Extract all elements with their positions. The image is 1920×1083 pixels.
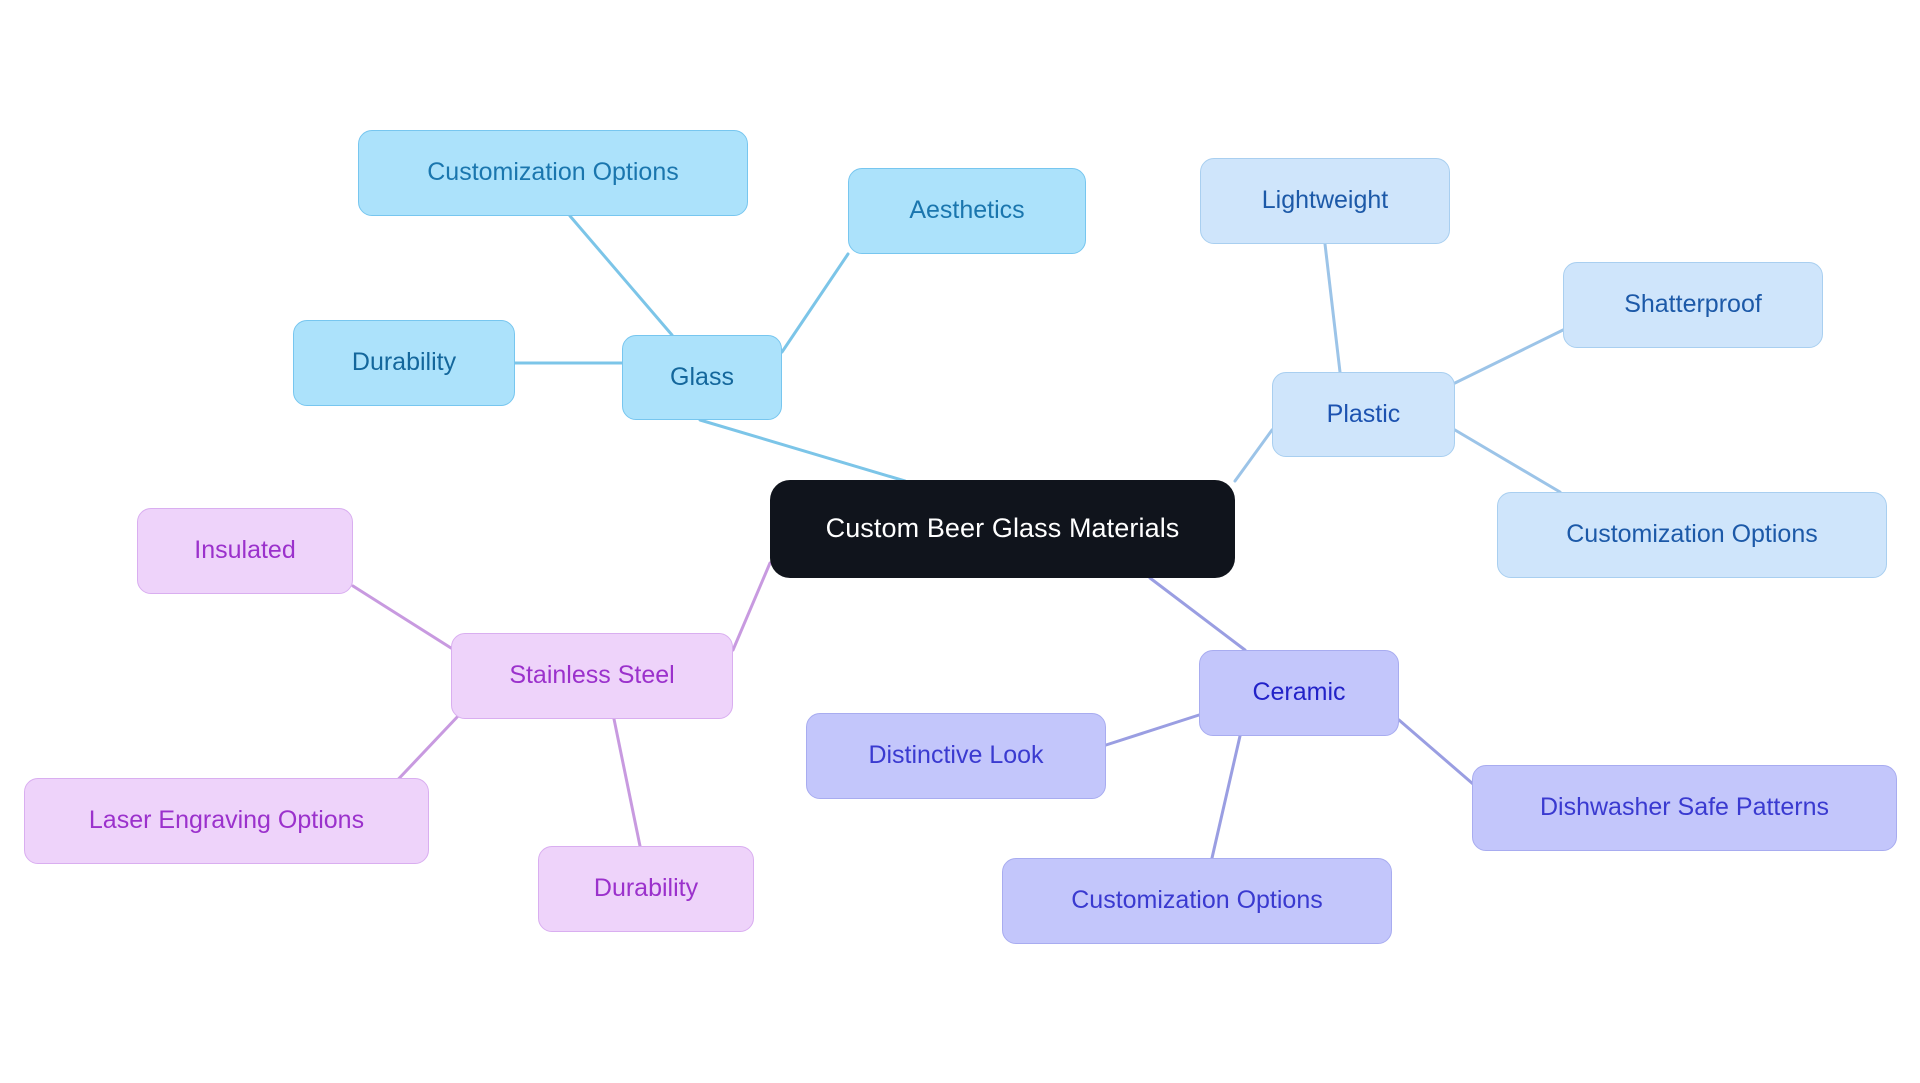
mindmap-leaf-glass-aesthetics-label: Aesthetics [909, 196, 1025, 225]
mindmap-edge-glass-to-glass-aesthetics [780, 252, 850, 354]
mindmap-leaf-stainless-durability-label: Durability [593, 874, 699, 903]
mindmap-branch-stainless[interactable]: Stainless Steel [451, 633, 733, 719]
mindmap-edge-stainless-to-stainless-laser [388, 712, 462, 790]
mindmap-branch-stainless-label: Stainless Steel [509, 661, 675, 690]
mindmap-leaf-stainless-laser-engraving-options-label: Laser Engraving Options [88, 806, 365, 835]
mindmap-leaf-plastic-lightweight[interactable]: Lightweight [1200, 158, 1450, 244]
mindmap-edge-ceramic-to-ceramic-dishwasher [1397, 718, 1482, 792]
mindmap-leaf-glass-aesthetics[interactable]: Aesthetics [848, 168, 1086, 254]
mindmap-leaf-ceramic-customization-options[interactable]: Customization Options [1002, 858, 1392, 944]
mindmap-leaf-stainless-insulated-label: Insulated [194, 536, 296, 565]
mindmap-leaf-plastic-customization-options-label: Customization Options [1566, 520, 1818, 549]
mindmap-leaf-ceramic-distinctive-look-label: Distinctive Look [868, 741, 1044, 770]
mindmap-branch-plastic[interactable]: Plastic [1272, 372, 1455, 457]
mindmap-edge-plastic-to-plastic-customization [1453, 428, 1562, 494]
mindmap-leaf-plastic-shatterproof-label: Shatterproof [1624, 290, 1762, 319]
mindmap-edge-ceramic-to-ceramic-customization [1210, 734, 1242, 860]
mindmap-root-node[interactable]: Custom Beer Glass Materials [770, 480, 1235, 578]
mindmap-leaf-plastic-customization-options[interactable]: Customization Options [1497, 492, 1887, 578]
mindmap-edge-glass-to-glass-customization [568, 214, 674, 337]
mindmap-edge-root-to-plastic [1233, 428, 1274, 483]
mindmap-leaf-stainless-insulated[interactable]: Insulated [137, 508, 353, 594]
mindmap-leaf-glass-customization-options[interactable]: Customization Options [358, 130, 748, 216]
mindmap-edge-root-to-stainless [731, 561, 772, 652]
mindmap-branch-ceramic[interactable]: Ceramic [1199, 650, 1399, 736]
mindmap-leaf-glass-durability-label: Durability [351, 348, 457, 377]
mindmap-branch-ceramic-label: Ceramic [1252, 678, 1346, 707]
mindmap-leaf-glass-durability[interactable]: Durability [293, 320, 515, 406]
mindmap-leaf-plastic-lightweight-label: Lightweight [1261, 186, 1389, 215]
mindmap-edge-stainless-to-stainless-durability [612, 717, 642, 848]
mindmap-edge-stainless-to-stainless-insulated [351, 584, 453, 650]
mindmap-edge-ceramic-to-ceramic-distinctive [1104, 713, 1201, 747]
mindmap-branch-glass[interactable]: Glass [622, 335, 782, 420]
mindmap-edge-plastic-to-plastic-lightweight [1323, 242, 1342, 374]
mindmap-edge-root-to-ceramic [1148, 576, 1247, 652]
mindmap-edge-plastic-to-plastic-shatterproof [1453, 328, 1565, 385]
mindmap-branch-glass-label: Glass [670, 362, 734, 391]
mindmap-leaf-plastic-shatterproof[interactable]: Shatterproof [1563, 262, 1823, 348]
mindmap-root-node-label: Custom Beer Glass Materials [825, 513, 1180, 544]
mindmap-leaf-ceramic-customization-options-label: Customization Options [1071, 886, 1323, 915]
mindmap-leaf-ceramic-dishwasher-safe-patterns-label: Dishwasher Safe Patterns [1539, 793, 1830, 822]
mindmap-edge-root-to-glass [698, 418, 907, 483]
mindmap-leaf-stainless-durability[interactable]: Durability [538, 846, 754, 932]
mindmap-leaf-ceramic-dishwasher-safe-patterns[interactable]: Dishwasher Safe Patterns [1472, 765, 1897, 851]
mindmap-leaf-glass-customization-options-label: Customization Options [427, 158, 679, 187]
mindmap-leaf-ceramic-distinctive-look[interactable]: Distinctive Look [806, 713, 1106, 799]
mindmap-branch-plastic-label: Plastic [1326, 399, 1401, 428]
mindmap-canvas: Custom Beer Glass Materials Glass Customiz… [0, 0, 1920, 1083]
mindmap-leaf-stainless-laser-engraving-options[interactable]: Laser Engraving Options [24, 778, 429, 864]
